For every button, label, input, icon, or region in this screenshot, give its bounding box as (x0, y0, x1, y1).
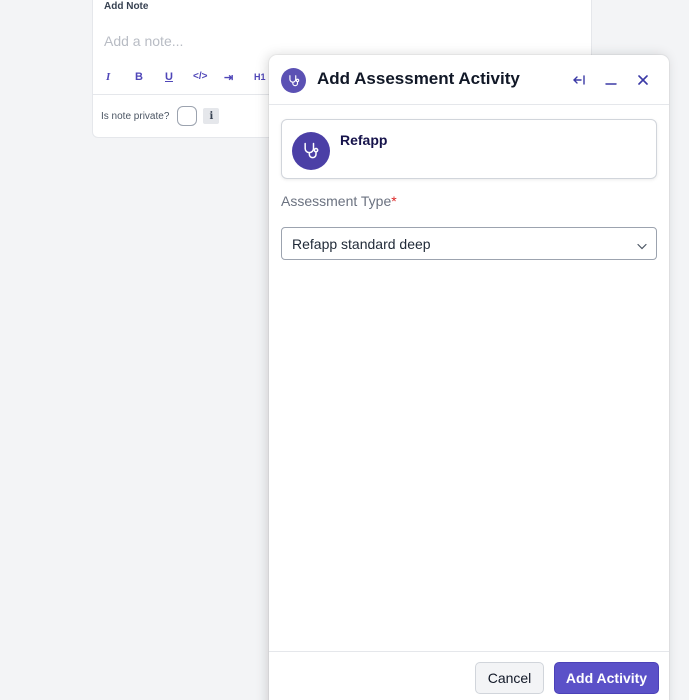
private-label: Is note private? (101, 110, 170, 122)
entity-card: Refapp (281, 119, 657, 179)
italic-button[interactable]: I (106, 71, 110, 83)
panel-footer: Cancel Add Activity (269, 651, 669, 700)
add-activity-button[interactable]: Add Activity (554, 662, 659, 694)
panel-header: Add Assessment Activity (269, 55, 669, 105)
heading-button[interactable]: H1 (254, 72, 266, 82)
indent-button[interactable]: ⇥ (224, 71, 233, 84)
assessment-type-select[interactable]: Refapp standard deep (281, 227, 657, 260)
note-title: Add Note (104, 1, 149, 12)
assessment-type-label: Assessment Type* (281, 193, 397, 209)
info-button[interactable]: i (203, 108, 220, 124)
entity-name: Refapp (340, 132, 388, 148)
note-input[interactable]: Add a note... (104, 33, 183, 49)
stethoscope-icon (292, 132, 330, 170)
add-assessment-panel: Add Assessment Activity Refapp Assessmen… (269, 55, 669, 700)
assessment-type-label-text: Assessment Type (281, 193, 392, 209)
panel-title: Add Assessment Activity (317, 69, 520, 88)
private-row: Is note private? i (101, 106, 220, 126)
cancel-button[interactable]: Cancel (475, 662, 544, 694)
collapse-left-icon[interactable] (570, 71, 588, 89)
close-icon[interactable] (634, 71, 652, 89)
required-marker: * (391, 193, 397, 209)
underline-button[interactable]: U (165, 71, 173, 83)
private-checkbox[interactable] (177, 106, 198, 126)
code-button[interactable]: </> (193, 71, 207, 82)
bold-button[interactable]: B (135, 71, 143, 83)
chevron-down-icon (636, 239, 648, 251)
minimize-icon[interactable] (602, 71, 620, 89)
stethoscope-icon (281, 68, 306, 93)
assessment-type-value: Refapp standard deep (292, 236, 431, 252)
